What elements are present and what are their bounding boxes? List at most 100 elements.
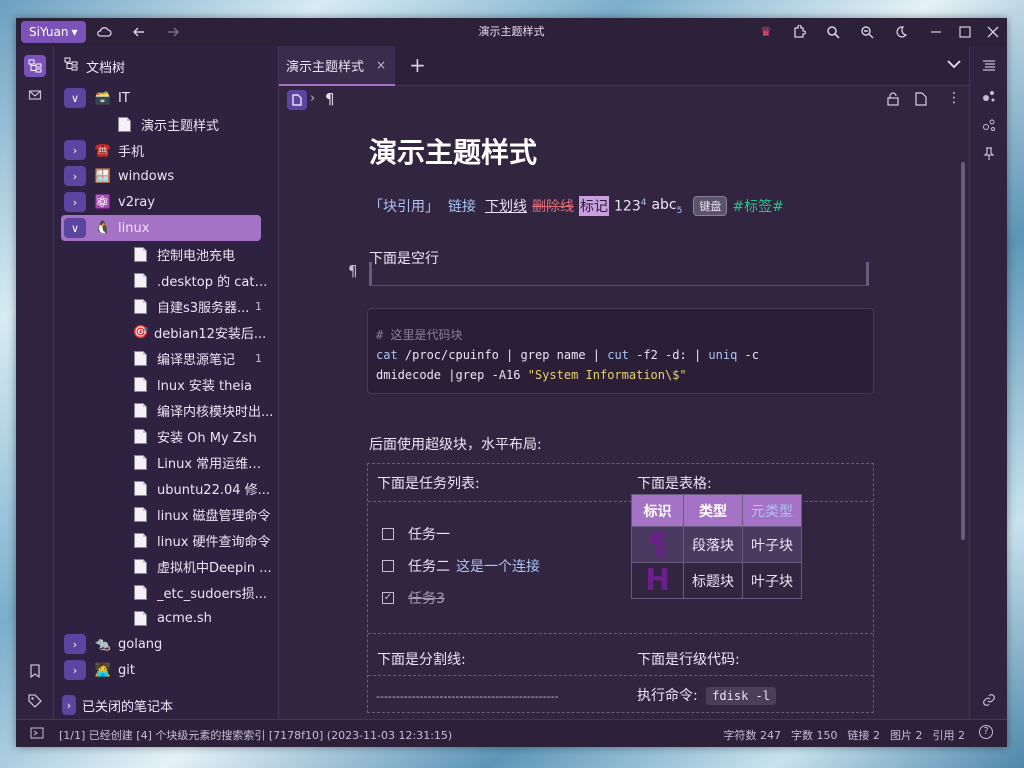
chevron-right-icon[interactable]: › [64, 634, 86, 654]
maximize-icon[interactable] [955, 22, 975, 42]
tab-close-icon[interactable]: × [376, 58, 386, 72]
dark-mode-icon[interactable] [891, 22, 911, 42]
table-cell[interactable]: 段落块 [683, 526, 743, 563]
tree-item[interactable]: _etc_sudoers损... [54, 579, 274, 605]
new-tab-icon[interactable]: + [409, 53, 426, 77]
chevron-right-icon[interactable]: › [62, 695, 76, 715]
tab-document[interactable]: 演示主题样式 × [279, 46, 395, 86]
chevron-down-icon[interactable]: ∨ [64, 88, 86, 108]
siyuan-menu-button[interactable]: SiYuan ▾ [21, 21, 86, 43]
table-cell[interactable]: 标题块 [683, 562, 743, 599]
chevron-right-icon[interactable]: › [64, 140, 86, 160]
global-graph-dock-icon[interactable] [978, 114, 1000, 136]
underline-text: 下划线 [485, 199, 527, 215]
help-icon[interactable]: ? [979, 725, 993, 739]
code-block[interactable]: # 这里是代码块 cat /proc/cpuinfo | grep name |… [367, 308, 874, 394]
paragraph-breadcrumb-icon[interactable]: ¶ [325, 90, 335, 108]
tree-item[interactable]: 自建s3服务器... 1 [54, 293, 274, 319]
task-item[interactable]: 任务二 这是一个连接 [382, 550, 540, 582]
graph-dock-icon[interactable] [978, 85, 1000, 107]
forward-icon[interactable] [163, 22, 183, 42]
tree-item[interactable]: 编译思源笔记 1 [54, 345, 274, 371]
chevron-down-icon[interactable]: ∨ [64, 218, 86, 238]
cloud-sync-icon[interactable] [94, 22, 114, 42]
tree-item[interactable]: 安装 Oh My Zsh [54, 423, 274, 449]
inbox-dock-icon[interactable] [24, 84, 46, 106]
file-tree-dock-icon[interactable] [24, 55, 46, 77]
back-icon[interactable] [129, 22, 149, 42]
tree-item[interactable]: › ⚛️ v2ray [54, 189, 274, 215]
closed-notebooks-toggle[interactable]: › 已关闭的笔记本 [62, 695, 173, 715]
block-ref[interactable]: 「块引用」 [369, 196, 439, 216]
tree-item[interactable]: 虚拟机中Deepin ... [54, 553, 274, 579]
tasks-heading[interactable]: 下面是任务列表: [377, 473, 480, 493]
tree-item[interactable]: 🎯 debian12安装后... [54, 319, 274, 345]
table-header-cell[interactable]: 元类型 [742, 494, 802, 527]
table-header-cell[interactable]: 类型 [683, 494, 743, 527]
tree-item[interactable]: 控制电池充电 [54, 241, 274, 267]
tree-item[interactable]: lnux 安装 theia [54, 371, 274, 397]
empty-paragraph[interactable] [369, 262, 869, 286]
tree-item[interactable]: Linux 常用运维命令 [54, 449, 274, 475]
tab-menu-chevron-icon[interactable] [947, 58, 961, 73]
backlink-dock-icon[interactable] [978, 689, 1000, 711]
tree-item[interactable]: › 🐀 golang [54, 631, 274, 657]
tree-item[interactable]: .desktop 的 cate... [54, 267, 274, 293]
status-toggle-icon[interactable] [30, 727, 44, 742]
close-window-icon[interactable] [983, 22, 1003, 42]
pilcrow-icon[interactable]: ¶ [348, 262, 358, 280]
task-item[interactable]: 任务一 [382, 518, 540, 550]
table-cell[interactable]: 叶子块 [742, 526, 802, 563]
doc-breadcrumb-icon[interactable] [287, 90, 307, 110]
tree-item[interactable]: 演示主题样式 [54, 111, 274, 137]
table-cell[interactable]: 叶子块 [742, 562, 802, 599]
file-tree-panel: 文档树 ∨ 🗃️ IT 演示主题样式 › ☎️ 手机 › 🪟 windows › ⚛️ v2ray… [54, 46, 314, 719]
tag-dock-icon[interactable] [24, 690, 46, 712]
doc-title[interactable]: 演示主题样式 [369, 131, 537, 171]
checkbox-checked-icon[interactable]: ✓ [382, 592, 394, 604]
table-header-cell[interactable]: 标识 [631, 494, 684, 527]
tree-item[interactable]: › ☎️ 手机 [54, 137, 274, 163]
editor-scrollbar[interactable] [961, 162, 965, 540]
document-icon [134, 454, 147, 470]
chevron-right-icon[interactable]: › [64, 166, 86, 186]
divider-heading[interactable]: 下面是分割线: [377, 649, 466, 669]
tree-item-label: linux 硬件查询命令 [157, 534, 271, 550]
tree-item[interactable]: linux 硬件查询命令 [54, 527, 274, 553]
more-icon[interactable]: ⋮ [947, 90, 961, 106]
bookmark-dock-icon[interactable] [24, 660, 46, 682]
notebook-it[interactable]: ∨ 🗃️ IT [64, 85, 284, 111]
tree-item[interactable]: acme.sh [54, 605, 274, 631]
tree-item[interactable]: ∨ 🐧 linux [61, 215, 261, 241]
inline-code-heading[interactable]: 下面是行级代码: [637, 649, 740, 669]
tree-item[interactable]: 编译内核模块时出... [54, 397, 274, 423]
chevron-right-icon[interactable]: › [64, 192, 86, 212]
pin-dock-icon[interactable] [978, 143, 1000, 165]
tag[interactable]: #标签# [732, 196, 783, 216]
link[interactable]: 链接 [448, 196, 476, 216]
tree-item[interactable]: › 🪟 windows [54, 163, 274, 189]
checkbox-icon[interactable] [382, 560, 394, 572]
tree-item[interactable]: linux 磁盘管理命令 [54, 501, 274, 527]
doc-table[interactable]: 标识 类型 元类型 ¶ 段落块 叶子块 H 标题块 叶子块 [631, 494, 802, 599]
checkbox-icon[interactable] [382, 528, 394, 540]
plugin-icon[interactable] [789, 22, 809, 42]
outline-dock-icon[interactable] [978, 55, 1000, 77]
crown-icon[interactable]: ♛ [756, 22, 776, 42]
chevron-right-icon[interactable]: › [64, 660, 86, 680]
doc-info-icon[interactable] [915, 92, 927, 110]
tree-item-label: linux [118, 220, 150, 236]
superblock-intro[interactable]: 后面使用超级块，水平布局: [369, 434, 542, 454]
minimize-icon[interactable] [926, 22, 946, 42]
table-heading[interactable]: 下面是表格: [637, 473, 712, 493]
table-cell[interactable]: H [631, 562, 684, 599]
tree-item[interactable]: › 🧑‍💻 git [54, 657, 274, 683]
readonly-lock-icon[interactable] [886, 92, 900, 110]
table-cell[interactable]: ¶ [631, 526, 684, 563]
tree-item[interactable]: ubuntu22.04 修... [54, 475, 274, 501]
task-link[interactable]: 这是一个连接 [456, 556, 540, 576]
zoom-out-icon[interactable] [857, 22, 877, 42]
search-icon[interactable] [823, 22, 843, 42]
exec-line[interactable]: 执行命令: fdisk -l [637, 685, 776, 705]
task-item[interactable]: ✓ 任务3 [382, 582, 540, 614]
